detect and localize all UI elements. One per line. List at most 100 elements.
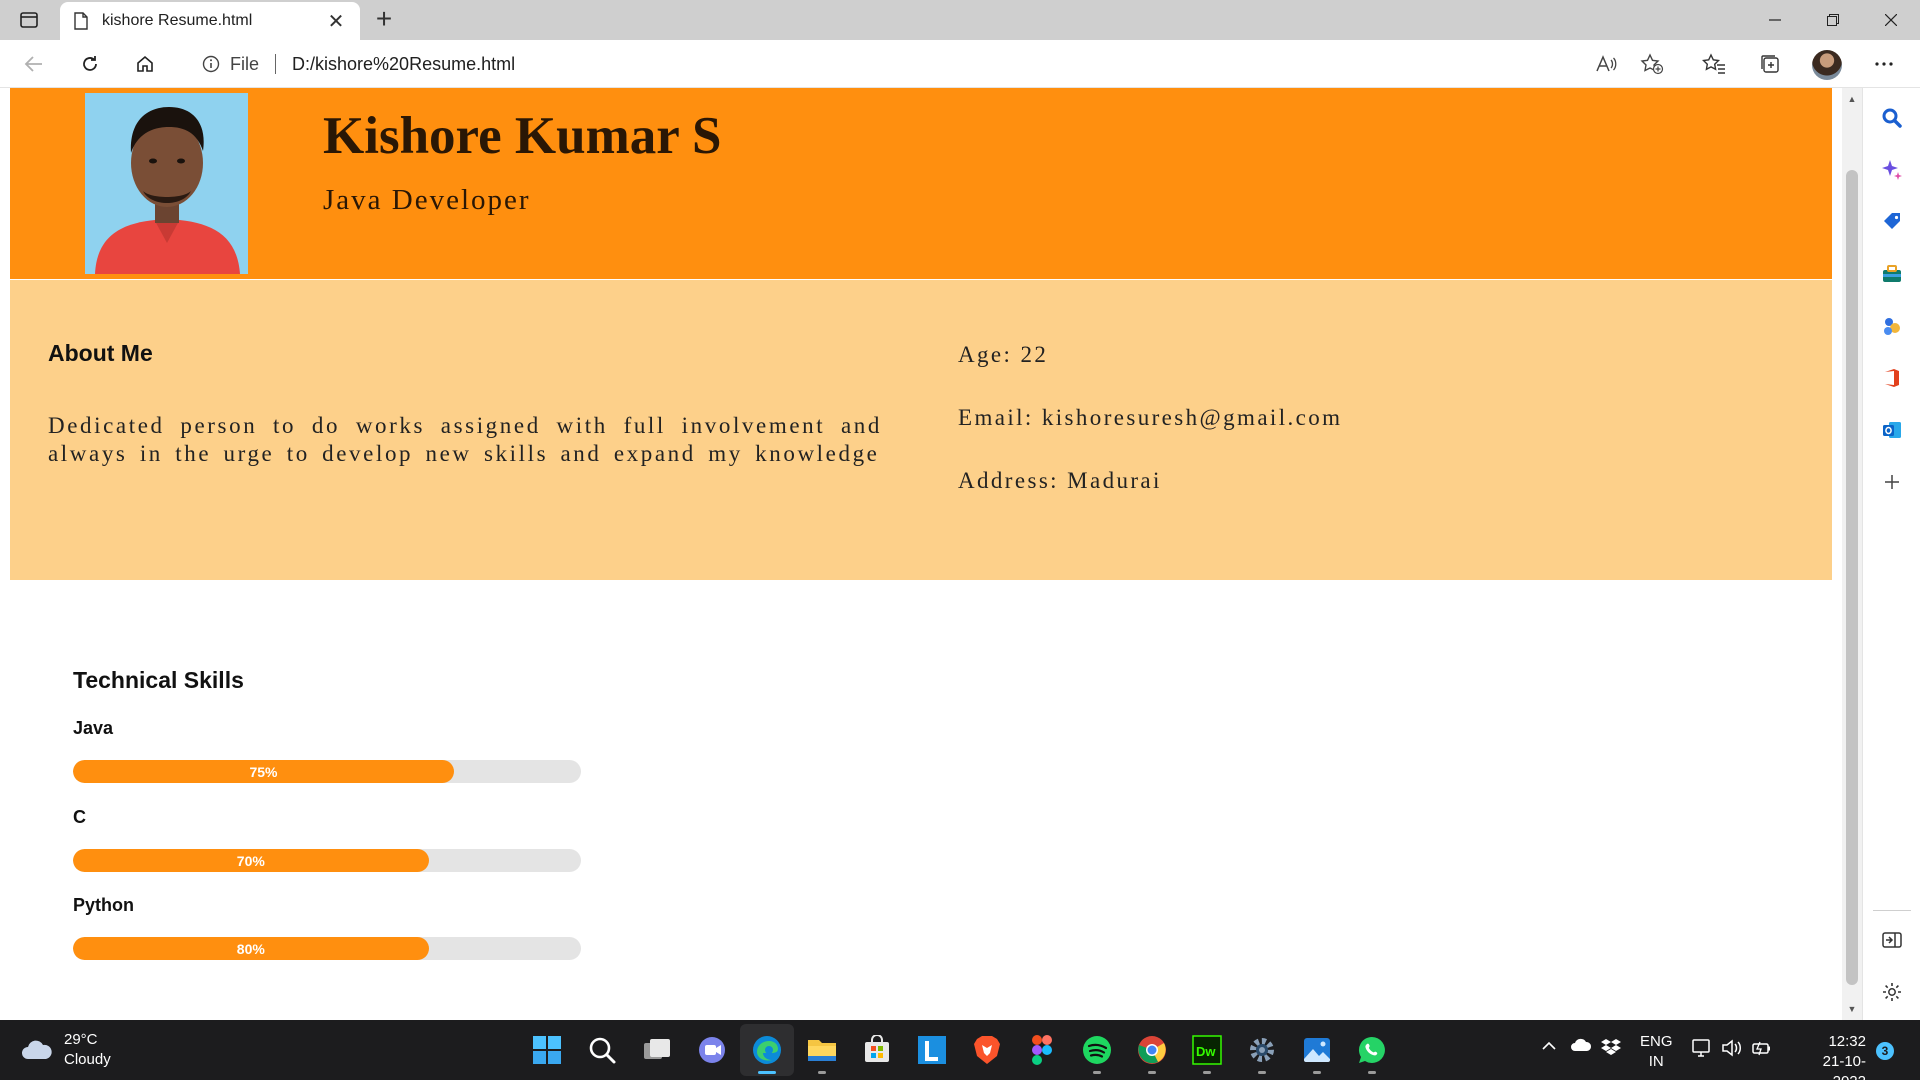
- resume-header: Kishore Kumar S Java Developer: [10, 88, 1832, 279]
- profile-avatar[interactable]: [1812, 50, 1842, 80]
- network-icon[interactable]: [1691, 1038, 1713, 1062]
- search-icon[interactable]: [1880, 106, 1904, 130]
- about-text: Dedicated person to do works assigned wi…: [48, 413, 882, 466]
- dropbox-icon[interactable]: [1601, 1038, 1621, 1060]
- minimize-icon: [1769, 19, 1781, 21]
- language-code: ENG: [1640, 1033, 1673, 1050]
- page-viewport: Kishore Kumar S Java Developer About Me …: [0, 88, 1842, 1020]
- minimize-button[interactable]: [1746, 0, 1804, 40]
- address-bar[interactable]: File D:/kishore%20Resume.html: [180, 44, 1680, 84]
- running-indicator: [1148, 1071, 1156, 1074]
- running-indicator: [1368, 1071, 1376, 1074]
- chrome-icon[interactable]: [1134, 1032, 1170, 1074]
- chevron-up-icon: [1542, 1041, 1556, 1050]
- restore-button[interactable]: [1804, 0, 1862, 40]
- scroll-thumb[interactable]: [1846, 170, 1858, 985]
- address-scheme: File: [230, 53, 260, 74]
- windows-taskbar: 29°C Cloudy Dw ENG IN 12:32 21-10-2022 3: [0, 1020, 1920, 1090]
- email-text: Email: kishoresuresh@gmail.com: [958, 405, 1343, 430]
- show-hidden-icons[interactable]: [1541, 1038, 1557, 1055]
- copilot-icon[interactable]: [1880, 158, 1904, 182]
- brave-icon[interactable]: [969, 1032, 1005, 1068]
- close-window-button[interactable]: [1862, 0, 1920, 40]
- notification-badge[interactable]: 3: [1876, 1042, 1894, 1060]
- windows-start-icon[interactable]: [529, 1032, 565, 1068]
- scroll-down-icon[interactable]: ▼: [1847, 1004, 1857, 1014]
- browser-tab-active[interactable]: kishore Resume.html ✕: [60, 2, 360, 40]
- address-url[interactable]: D:/kishore%20Resume.html: [292, 54, 515, 75]
- dreamweaver-icon[interactable]: Dw: [1189, 1032, 1225, 1074]
- page-icon: [74, 12, 88, 30]
- favorites-button[interactable]: [1696, 46, 1732, 82]
- back-button[interactable]: [16, 46, 52, 82]
- running-indicator: [1313, 1071, 1321, 1074]
- teams-chat-icon[interactable]: [694, 1032, 730, 1068]
- favorites-icon: [1702, 53, 1725, 74]
- weather-widget[interactable]: 29°C Cloudy: [20, 1030, 111, 1070]
- skill-name-java: Java: [73, 718, 114, 738]
- language-indicator[interactable]: ENG IN: [1640, 1032, 1673, 1072]
- settings-app-icon[interactable]: [1244, 1032, 1280, 1074]
- active-indicator: [758, 1071, 776, 1074]
- outlook-icon[interactable]: [1880, 418, 1904, 442]
- skill-bar-fill-c: 70%: [73, 849, 429, 872]
- collections-button[interactable]: [1752, 46, 1788, 82]
- refresh-icon: [83, 56, 97, 71]
- sidebar-settings-icon[interactable]: [1880, 980, 1904, 1004]
- about-section: About Me Dedicated person to do works as…: [10, 280, 1832, 580]
- add-icon[interactable]: [1880, 470, 1904, 494]
- tab-actions-icon: [20, 12, 38, 28]
- running-indicator: [1258, 1071, 1266, 1074]
- shopping-icon[interactable]: [1880, 210, 1904, 234]
- star-add-icon: [1640, 53, 1664, 75]
- running-indicator: [1203, 1071, 1211, 1074]
- skill-name-python: Python: [73, 895, 134, 915]
- skill-bar-fill-python: 80%: [73, 937, 429, 960]
- battery-icon[interactable]: [1751, 1038, 1773, 1062]
- add-favorite-button[interactable]: [1634, 46, 1670, 82]
- whatsapp-icon[interactable]: [1354, 1032, 1390, 1074]
- profile-photo: [85, 93, 248, 274]
- weather-temperature: 29°C: [64, 1031, 98, 1048]
- l-app-icon[interactable]: [914, 1032, 950, 1068]
- window-controls: [1746, 0, 1920, 40]
- resume-role: Java Developer: [323, 184, 531, 216]
- tools-icon[interactable]: [1880, 262, 1904, 286]
- skill-percent-c: 70%: [236, 852, 265, 869]
- close-tab-icon[interactable]: ✕: [326, 9, 346, 34]
- home-button[interactable]: [127, 46, 163, 82]
- running-indicator: [818, 1071, 826, 1074]
- tab-actions-button[interactable]: [16, 8, 42, 32]
- microsoft-store-icon[interactable]: [859, 1032, 895, 1068]
- scroll-up-icon[interactable]: ▲: [1847, 94, 1857, 104]
- resume-name: Kishore Kumar S: [323, 107, 722, 165]
- settings-more-button[interactable]: [1866, 46, 1902, 82]
- page-scrollbar[interactable]: ▲ ▼: [1842, 88, 1862, 1020]
- read-aloud-button[interactable]: [1588, 46, 1624, 82]
- photos-icon[interactable]: [1299, 1032, 1335, 1074]
- edge-sidebar: [1862, 88, 1920, 1020]
- file-explorer-icon[interactable]: [804, 1032, 840, 1074]
- office-icon[interactable]: [1880, 366, 1904, 390]
- search-icon[interactable]: [584, 1032, 620, 1068]
- onedrive-icon[interactable]: [1570, 1038, 1592, 1056]
- spotify-icon[interactable]: [1079, 1032, 1115, 1074]
- system-clock[interactable]: 12:32 21-10-2022: [1790, 1032, 1866, 1092]
- skill-bar-java: 75%: [73, 760, 581, 783]
- running-indicator: [1093, 1071, 1101, 1074]
- task-view-icon[interactable]: [639, 1032, 675, 1068]
- figma-icon[interactable]: [1024, 1032, 1060, 1068]
- close-icon: [1885, 14, 1897, 26]
- browser-toolbar: File D:/kishore%20Resume.html: [0, 40, 1920, 88]
- hide-sidebar-icon[interactable]: [1880, 928, 1904, 952]
- tab-title: kishore Resume.html: [102, 12, 253, 29]
- edge-icon[interactable]: [749, 1032, 785, 1074]
- new-tab-button[interactable]: +: [368, 4, 400, 36]
- home-icon: [137, 55, 153, 72]
- refresh-button[interactable]: [72, 46, 108, 82]
- more-icon: [1875, 62, 1893, 66]
- info-icon[interactable]: [202, 55, 220, 73]
- games-icon[interactable]: [1880, 314, 1904, 338]
- volume-icon[interactable]: [1721, 1038, 1743, 1062]
- address-separator: [275, 54, 277, 74]
